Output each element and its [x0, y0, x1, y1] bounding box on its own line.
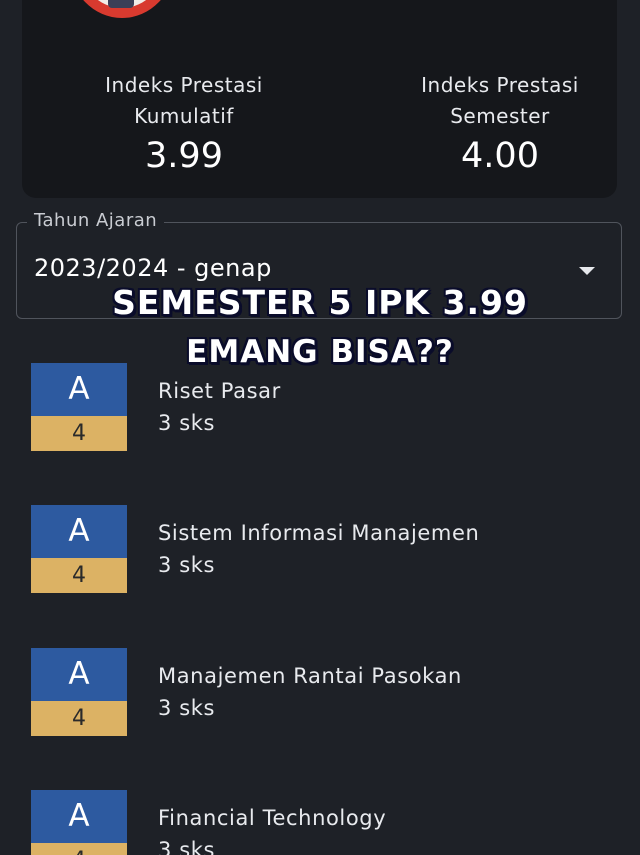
grade-point: 4 — [31, 843, 127, 855]
grade-letter: A — [31, 648, 127, 701]
ip-semester-label-line1: Indeks Prestasi — [421, 73, 579, 97]
list-item[interactable]: A 4 Financial Technology 3 sks — [0, 790, 640, 855]
ip-kumulatif-label-line1: Indeks Prestasi — [105, 73, 263, 97]
course-credits: 3 sks — [158, 553, 216, 577]
grade-letter: A — [31, 790, 127, 843]
ip-kumulatif: Indeks Prestasi Kumulatif 3.99 — [44, 70, 324, 178]
course-credits: 3 sks — [158, 838, 216, 855]
profile-card: 12210089 Indeks Prestasi Kumulatif 3.99 … — [22, 0, 617, 198]
caret-down-icon[interactable] — [579, 267, 595, 275]
avatar-photo — [108, 0, 134, 8]
screen: 12210089 Indeks Prestasi Kumulatif 3.99 … — [0, 0, 640, 855]
grade-badge: A 4 — [31, 790, 127, 855]
grade-badge: A 4 — [31, 648, 127, 736]
ip-semester: Indeks Prestasi Semester 4.00 — [360, 70, 640, 178]
course-credits: 3 sks — [158, 696, 216, 720]
grade-point: 4 — [31, 416, 127, 451]
ip-kumulatif-value: 3.99 — [145, 136, 223, 176]
grade-letter: A — [31, 505, 127, 558]
grade-letter: A — [31, 363, 127, 416]
overlay-caption-line1: SEMESTER 5 IPK 3.99 — [112, 283, 528, 322]
ip-semester-label-line2: Semester — [450, 104, 550, 128]
course-name: Financial Technology — [158, 806, 387, 830]
ip-semester-value: 4.00 — [461, 136, 539, 176]
course-name: Manajemen Rantai Pasokan — [158, 664, 462, 688]
grade-point: 4 — [31, 558, 127, 593]
grade-point: 4 — [31, 701, 127, 736]
list-item[interactable]: A 4 Riset Pasar 3 sks — [0, 363, 640, 451]
grade-badge: A 4 — [31, 363, 127, 451]
list-item[interactable]: A 4 Manajemen Rantai Pasokan 3 sks — [0, 648, 640, 736]
list-item[interactable]: A 4 Sistem Informasi Manajemen 3 sks — [0, 505, 640, 593]
course-name: Riset Pasar — [158, 379, 281, 403]
course-credits: 3 sks — [158, 411, 216, 435]
avatar — [70, 0, 174, 18]
tahun-ajaran-value: 2023/2024 - genap — [34, 254, 272, 282]
ip-kumulatif-label-line2: Kumulatif — [134, 104, 234, 128]
grade-badge: A 4 — [31, 505, 127, 593]
course-name: Sistem Informasi Manajemen — [158, 521, 480, 545]
tahun-ajaran-label: Tahun Ajaran — [27, 210, 165, 231]
